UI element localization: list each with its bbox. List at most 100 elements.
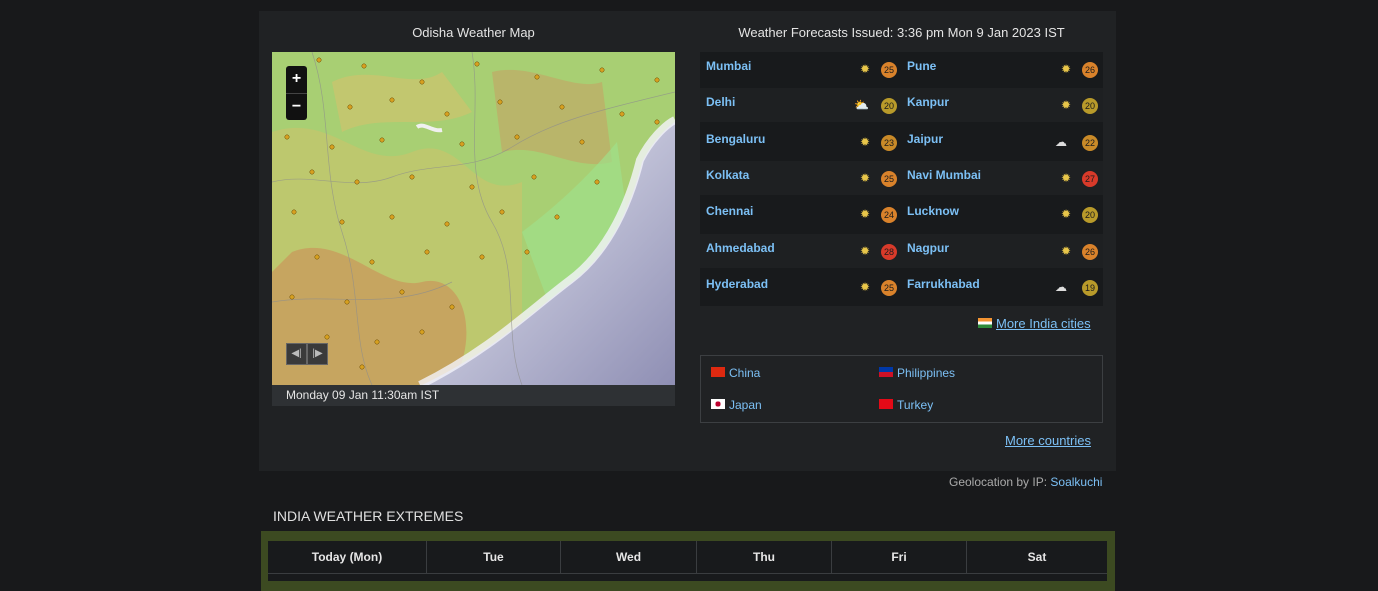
city-link[interactable]: Hyderabad (706, 277, 768, 291)
day-header-sat[interactable]: Sat (967, 541, 1107, 574)
sunny-icon: ✹ (1061, 243, 1072, 258)
day-header-wed[interactable]: Wed (561, 541, 697, 574)
forecast-cell: Bengaluru ✹ 23 (700, 125, 900, 159)
city-link[interactable]: Kolkata (706, 168, 749, 182)
forecast-cell: Farrukhabad ☁ 19 (901, 270, 1101, 304)
forecast-cell: Mumbai ✹ 25 (700, 52, 900, 86)
india-flag-icon (978, 318, 992, 328)
sunny-icon: ✹ (860, 134, 871, 149)
sunny-icon: ✹ (860, 243, 871, 258)
city-link[interactable]: Mumbai (706, 59, 751, 73)
forecast-row: Delhi ⛅ 20 Kanpur ✹ 20 (700, 88, 1103, 123)
country-label: Turkey (897, 398, 934, 412)
forecast-cell: Delhi ⛅ 20 (700, 88, 900, 122)
geolocation-place-link[interactable]: Soalkuchi (1050, 475, 1102, 489)
day-header-today[interactable]: Today (Mon) (268, 541, 427, 574)
temperature-badge: 19 (1082, 279, 1098, 296)
forecast-row: Ahmedabad ✹ 28 Nagpur ✹ 26 (700, 233, 1103, 268)
sunny-icon: ✹ (860, 62, 871, 76)
country-link-turkey[interactable]: Turkey (879, 398, 933, 412)
temperature-badge: 23 (881, 134, 897, 151)
temperature-badge: 28 (881, 243, 897, 260)
city-link[interactable]: Chennai (706, 204, 753, 218)
more-countries-link[interactable]: More countries (1005, 433, 1091, 448)
animation-controls: ◀​| |▶ (286, 343, 328, 365)
geolocation-label: Geolocation by IP: (949, 475, 1048, 489)
turkey-flag-icon (879, 399, 893, 409)
temperature-badge: 25 (881, 170, 897, 187)
sunny-icon: ✹ (1061, 98, 1072, 113)
city-link[interactable]: Lucknow (907, 204, 959, 218)
china-flag-icon (711, 367, 725, 377)
extremes-table: Today (Mon) Tue Wed Thu Fri Sat (268, 541, 1107, 581)
forecast-cell: Lucknow ✹ 20 (901, 197, 1101, 231)
weather-map[interactable] (272, 52, 675, 385)
forecast-cell: Navi Mumbai ✹ 27 (901, 161, 1101, 195)
forecast-cell: Kanpur ✹ 20 (901, 88, 1101, 122)
forecast-cell: Chennai ✹ 24 (700, 197, 900, 231)
day-header-thu[interactable]: Thu (697, 541, 832, 574)
forecasts-title: Weather Forecasts Issued: 3:36 pm Mon 9 … (738, 25, 1065, 40)
city-link[interactable]: Nagpur (907, 241, 949, 255)
forecast-row: Kolkata ✹ 25 Navi Mumbai ✹ 27 (700, 160, 1103, 195)
temperature-badge: 25 (881, 62, 897, 78)
forecast-row: Chennai ✹ 24 Lucknow ✹ 20 (700, 197, 1103, 231)
map-terrain (272, 52, 675, 385)
forecast-cell: Nagpur ✹ 26 (901, 234, 1101, 268)
temperature-badge: 27 (1082, 170, 1098, 187)
city-link[interactable]: Farrukhabad (907, 277, 980, 291)
temperature-badge: 20 (881, 98, 897, 115)
city-link[interactable]: Jaipur (907, 132, 943, 146)
sunny-icon: ✹ (860, 170, 871, 185)
city-link[interactable]: Delhi (706, 95, 735, 109)
temperature-badge: 20 (1082, 207, 1098, 224)
country-label: China (729, 366, 761, 380)
forecast-cell: Hyderabad ✹ 25 (700, 270, 900, 304)
japan-flag-icon (711, 399, 725, 409)
countries-box: China Philippines Japan Turkey (700, 355, 1103, 423)
city-link[interactable]: Pune (907, 59, 936, 73)
map-title: Odisha Weather Map (412, 25, 535, 40)
country-label: Philippines (897, 366, 956, 380)
more-india-cities-link[interactable]: More India cities (978, 316, 1091, 331)
temperature-badge: 26 (1082, 243, 1098, 260)
country-link-philippines[interactable]: Philippines (879, 366, 955, 380)
zoom-out-button[interactable]: − (286, 93, 307, 120)
philippines-flag-icon (879, 367, 893, 377)
sunny-icon: ✹ (1061, 170, 1072, 185)
partly-cloudy-icon: ⛅ (854, 98, 869, 113)
forecast-cell: Kolkata ✹ 25 (700, 161, 900, 195)
extremes-title: INDIA WEATHER EXTREMES (273, 508, 464, 524)
cloudy-icon: ☁ (1055, 279, 1067, 294)
forecast-row: Bengaluru ✹ 23 Jaipur ☁ 22 (700, 125, 1103, 159)
day-header-fri[interactable]: Fri (832, 541, 967, 574)
city-link[interactable]: Navi Mumbai (907, 168, 981, 182)
zoom-controls: + − (286, 66, 307, 120)
temperature-badge: 24 (881, 207, 897, 224)
country-label: Japan (729, 398, 762, 412)
more-india-label: More India cities (996, 316, 1091, 331)
country-link-japan[interactable]: Japan (711, 398, 762, 412)
forecast-row: Hyderabad ✹ 25 Farrukhabad ☁ 19 (700, 270, 1103, 304)
city-link[interactable]: Ahmedabad (706, 241, 775, 255)
forecast-cell: Pune ✹ 26 (901, 52, 1101, 86)
map-timestamp: Monday 09 Jan 11:30am IST (272, 385, 675, 406)
skip-back-icon[interactable]: ◀​| (286, 343, 307, 365)
country-link-china[interactable]: China (711, 366, 760, 380)
forecast-table: Mumbai ✹ 25 Pune ✹ 26 Delhi ⛅ 20 Kanpur ✹ 20 Bengalu… (700, 52, 1103, 306)
geolocation-note: Geolocation by IP: Soalkuchi (949, 475, 1102, 489)
zoom-in-button[interactable]: + (286, 66, 307, 93)
temperature-badge: 20 (1082, 98, 1098, 115)
sunny-icon: ✹ (860, 279, 871, 294)
forecast-cell: Ahmedabad ✹ 28 (700, 234, 900, 268)
sunny-icon: ✹ (1061, 207, 1072, 222)
cloudy-icon: ☁ (1055, 134, 1067, 149)
temperature-badge: 25 (881, 279, 897, 296)
forecast-cell: Jaipur ☁ 22 (901, 125, 1101, 159)
temperature-badge: 26 (1082, 62, 1098, 78)
day-header-tue[interactable]: Tue (427, 541, 561, 574)
sunny-icon: ✹ (1061, 62, 1072, 76)
city-link[interactable]: Kanpur (907, 95, 949, 109)
skip-forward-icon[interactable]: |▶ (307, 343, 328, 365)
city-link[interactable]: Bengaluru (706, 132, 765, 146)
